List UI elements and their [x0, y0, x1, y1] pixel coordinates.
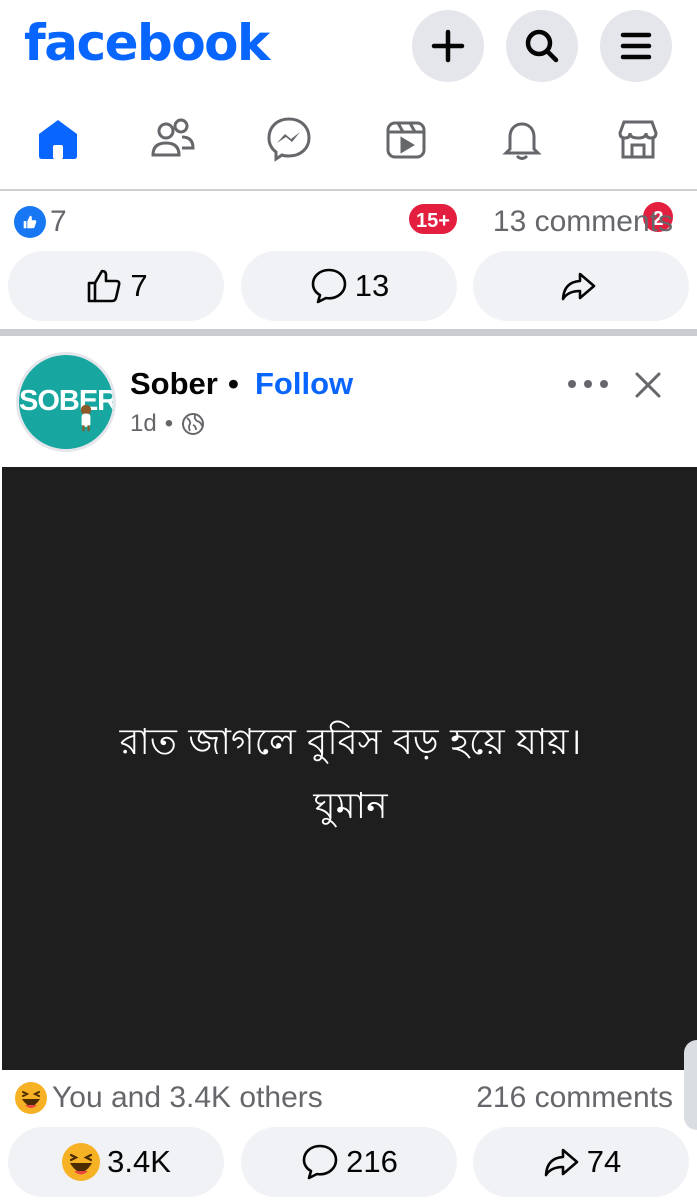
post-stats: You and 3.4K others 216 comments: [0, 1073, 697, 1123]
share-icon: [561, 272, 596, 301]
plus-icon: [431, 29, 465, 63]
prev-post-like-count: 7: [50, 205, 67, 238]
search-icon: [525, 29, 559, 63]
prev-post-stats: 7 13 comments: [0, 197, 697, 247]
tab-friends[interactable]: [143, 109, 203, 169]
video-icon: [386, 121, 426, 159]
comment-icon: [302, 1144, 338, 1180]
prev-post-like-button[interactable]: 7: [8, 251, 224, 321]
haha-reaction-icon: [15, 1082, 47, 1114]
post-header: SOBER Sober • Follow 1d •: [0, 338, 697, 466]
bell-icon: [502, 122, 542, 160]
prev-post-share-button[interactable]: [473, 251, 689, 321]
reactions-summary-text: You and 3.4K others: [52, 1081, 323, 1114]
main-nav: 15+ 2: [0, 95, 697, 236]
tab-marketplace[interactable]: [608, 109, 668, 169]
prev-post-like-label: 7: [130, 268, 148, 303]
search-button[interactable]: [506, 10, 578, 82]
prev-post-comment-label: 13: [354, 268, 390, 303]
post-comment-count: 216: [346, 1144, 398, 1179]
post-comment-button[interactable]: 216: [241, 1127, 457, 1197]
marketplace-icon: [618, 120, 658, 159]
post-reaction-count: 3.4K: [107, 1144, 171, 1179]
haha-reaction-icon: [62, 1143, 101, 1181]
globe-icon: [182, 413, 205, 435]
prev-post-reactions[interactable]: 7: [14, 205, 67, 239]
tab-messenger[interactable]: [259, 109, 319, 169]
post-meta: 1d •: [130, 410, 205, 438]
prev-post-comments-link[interactable]: 13 comments: [493, 205, 673, 239]
meta-separator: •: [164, 410, 174, 437]
menu-button[interactable]: [600, 10, 672, 82]
post-reaction-button[interactable]: 3.4K: [8, 1127, 224, 1197]
post-share-button[interactable]: 74: [473, 1127, 689, 1197]
post-actions: 3.4K 216 74: [0, 1127, 697, 1197]
prev-post-comment-button[interactable]: 13: [241, 251, 457, 321]
tab-notifications[interactable]: [492, 109, 552, 169]
avatar-logo-text: SOBER: [19, 385, 116, 417]
more-options-icon[interactable]: [566, 374, 610, 394]
hamburger-menu-icon: [620, 32, 652, 60]
nav-divider: [0, 189, 697, 191]
dog-illustration-icon: [80, 404, 92, 432]
page-avatar[interactable]: SOBER: [16, 352, 116, 452]
prev-post-actions: 7 13: [0, 251, 697, 321]
image-text-line-2: ঘুমান: [313, 786, 388, 827]
page-name[interactable]: Sober: [130, 366, 218, 402]
messenger-icon: [267, 117, 311, 162]
comment-icon: [311, 268, 347, 304]
post-comments-link[interactable]: 216 comments: [476, 1081, 673, 1115]
post-share-count: 74: [586, 1144, 622, 1179]
home-icon: [39, 120, 77, 159]
like-reaction-icon: [14, 206, 46, 238]
tab-video[interactable]: [376, 109, 436, 169]
post-time[interactable]: 1d: [130, 410, 157, 438]
post-divider: [0, 329, 697, 336]
close-icon[interactable]: [633, 370, 663, 400]
name-separator: •: [228, 366, 239, 401]
thumbs-up-icon: [88, 269, 121, 303]
facebook-logo[interactable]: facebook: [24, 14, 270, 72]
image-text-line-1: রাত জাগলে বুবিস বড় হয়ে যায়।: [119, 722, 582, 763]
friends-icon: [151, 118, 195, 157]
create-button[interactable]: [412, 10, 484, 82]
post-reactions-summary[interactable]: You and 3.4K others: [14, 1081, 323, 1115]
top-header: facebook: [0, 0, 697, 95]
follow-button[interactable]: Follow: [255, 366, 353, 402]
post-image[interactable]: রাত জাগলে বুবিস বড় হয়ে যায়। ঘুমান: [0, 467, 697, 1070]
tab-home[interactable]: [28, 109, 88, 169]
share-icon: [544, 1148, 579, 1177]
